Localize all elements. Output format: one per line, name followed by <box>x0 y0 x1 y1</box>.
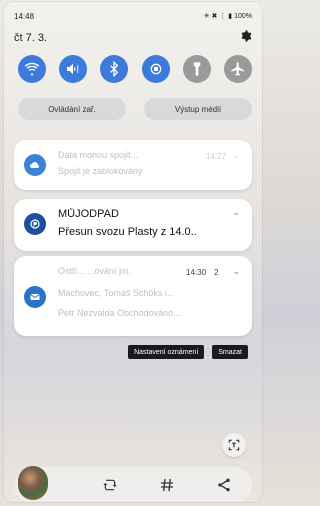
settings-gear-icon[interactable] <box>240 29 252 47</box>
avatar[interactable] <box>18 466 48 500</box>
notification-body: Spojit je zablokováný <box>58 166 143 176</box>
notification-card[interactable]: Data mohou spojit... Spojit je zabloková… <box>14 140 252 190</box>
cloud-app-icon <box>24 154 46 176</box>
rotate-icon[interactable] <box>101 476 119 494</box>
quick-toggles <box>18 55 252 85</box>
pill-row: Ovládání zař. Výstup médií <box>18 98 252 120</box>
clear-button[interactable]: Smazat <box>212 345 248 359</box>
notification-shade: 14:48 ✳ ✖ ⋮ ▮ 100% čt 7. 3. Ovládání zař… <box>4 2 262 502</box>
chevron-down-icon[interactable]: ⌄ <box>232 207 240 218</box>
status-bar: 14:48 ✳ ✖ ⋮ ▮ 100% <box>14 10 252 22</box>
notification-body: Přesun svozu Plasty z 14.0.. <box>58 226 197 238</box>
notification-actions: Nastavení oznámení Smazat <box>128 345 248 359</box>
device-control-button[interactable]: Ovládání zař. <box>18 98 126 120</box>
notification-count: 2 <box>214 268 219 277</box>
status-indicators: ✳ ✖ ⋮ ▮ 100% <box>203 13 252 20</box>
date-label: čt 7. 3. <box>14 32 48 44</box>
bluetooth-toggle[interactable] <box>100 55 129 83</box>
chevron-down-icon[interactable]: ⌄ <box>232 150 240 161</box>
autorotate-icon <box>150 63 161 75</box>
flashlight-toggle[interactable] <box>182 55 211 83</box>
notification-line: Petr Nezvalda Obchodováno... <box>58 308 181 318</box>
notification-time: 14:30 <box>186 268 207 277</box>
notification-app-name: MŮJODPAD <box>58 208 119 220</box>
sound-toggle[interactable] <box>59 55 88 83</box>
clock: 14:48 <box>14 11 35 21</box>
hashtag-icon[interactable] <box>158 476 176 494</box>
notification-card[interactable]: MŮJODPAD Přesun svozu Plasty z 14.0.. ⌄ <box>14 199 252 251</box>
scan-text-button[interactable] <box>222 433 246 457</box>
notification-time: 14:27 <box>206 152 227 161</box>
bluetooth-icon <box>110 61 119 77</box>
airplane-icon <box>231 62 244 76</box>
flashlight-icon <box>193 62 201 76</box>
wifi-icon <box>24 62 40 76</box>
date-row: čt 7. 3. <box>14 30 252 46</box>
bottom-bar <box>14 467 252 502</box>
airplane-toggle[interactable] <box>223 55 252 83</box>
notification-title: Ostři... ...ování jm. <box>58 266 132 276</box>
notification-title: Data mohou spojit... <box>58 150 139 160</box>
media-output-button[interactable]: Výstup médií <box>144 98 252 120</box>
share-icon[interactable] <box>215 476 233 494</box>
mail-app-icon <box>24 286 46 308</box>
notification-line: Machovec, Tomáš Schöks i... <box>58 288 175 298</box>
sound-icon <box>67 63 79 75</box>
scan-text-icon <box>228 439 240 451</box>
wifi-toggle[interactable] <box>18 55 46 83</box>
notification-card[interactable]: Ostři... ...ování jm. Machovec, Tomáš Sc… <box>14 256 252 336</box>
mujodpad-app-icon <box>24 213 46 235</box>
notification-settings-button[interactable]: Nastavení oznámení <box>128 345 205 359</box>
chevron-down-icon[interactable]: ⌄ <box>232 266 240 277</box>
autorotate-toggle[interactable] <box>141 55 170 83</box>
